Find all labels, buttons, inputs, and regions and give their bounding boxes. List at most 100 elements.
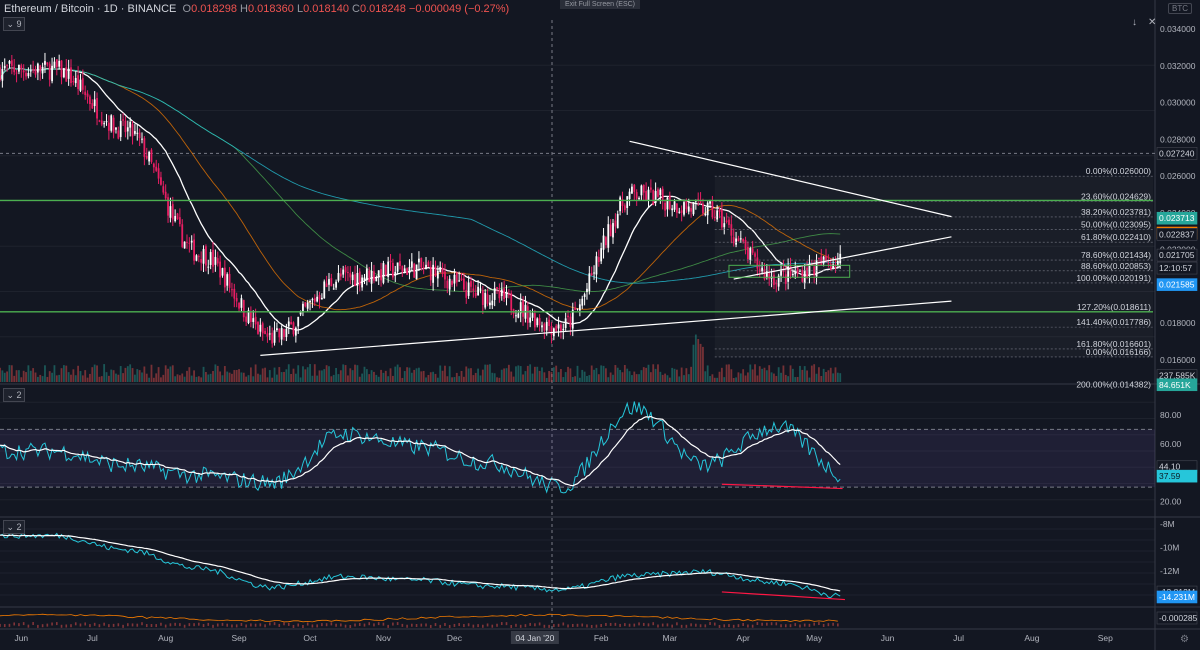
candle-body — [595, 256, 598, 275]
volume-bar — [709, 376, 711, 382]
volume-bar — [716, 377, 719, 382]
volume-bar — [221, 375, 224, 382]
volume-bar — [122, 373, 124, 382]
candle-body — [356, 272, 359, 286]
macd-histogram-bar — [74, 622, 77, 626]
candle-body — [223, 267, 226, 288]
settings-gear-icon[interactable]: ⚙ — [1180, 634, 1189, 645]
candle-body — [642, 184, 645, 193]
macd-histogram-bar — [0, 623, 1, 627]
candle-body — [758, 268, 761, 273]
candle-body — [330, 278, 333, 287]
macd-histogram-bar — [477, 624, 479, 628]
macd-line — [0, 613, 838, 623]
candle-body — [195, 255, 198, 261]
candle-body — [631, 186, 633, 194]
volume-bar — [349, 368, 352, 382]
candle-body — [739, 238, 742, 240]
macd-histogram-bar — [98, 624, 101, 628]
volume-bar — [171, 365, 174, 382]
volume-bar — [247, 375, 250, 382]
candle-body — [465, 289, 468, 298]
obv-scale-label: -12M — [1160, 566, 1179, 576]
volume-bar — [754, 364, 756, 382]
candle-body — [77, 75, 80, 90]
macd-histogram-bar — [761, 622, 763, 626]
candle-body — [160, 177, 162, 185]
candle-body — [157, 168, 160, 179]
candle-body — [697, 198, 700, 200]
candle-body — [141, 138, 143, 140]
fib-level-label: 38.20%(0.023781) — [1081, 207, 1151, 217]
candle-body — [1, 68, 4, 81]
macd-histogram-bar — [103, 622, 105, 626]
volume-bar — [1, 370, 4, 382]
macd-histogram-bar — [657, 624, 659, 628]
x-axis-label: Aug — [158, 633, 173, 643]
candle-body — [768, 273, 771, 280]
price-tag-text: 0.027240 — [1159, 148, 1195, 158]
symbol-title[interactable]: Ethereum / Bitcoin · 1D · BINANCE — [4, 3, 176, 15]
macd-histogram-bar — [415, 623, 418, 627]
candle-body — [773, 274, 775, 285]
macd-histogram-bar — [695, 623, 697, 627]
chart-canvas[interactable]: 0.00%(0.026000)23.60%(0.024629)38.20%(0.… — [0, 0, 1200, 650]
candle-body — [399, 261, 401, 266]
volume-bar — [439, 365, 442, 382]
volume-bar — [479, 375, 482, 382]
candle-body — [382, 263, 385, 283]
indicators-count: 9 — [16, 19, 22, 29]
macd-histogram-bar — [467, 623, 470, 627]
candle-body — [323, 281, 326, 299]
candle-body — [436, 270, 439, 279]
candle-body — [249, 311, 252, 322]
candle-body — [0, 67, 1, 80]
price-tag-text: 0.023713 — [1159, 213, 1195, 223]
candle-body — [276, 328, 278, 330]
volume-bar — [311, 375, 314, 382]
volume-bar — [25, 372, 27, 382]
high-value: 0.018360 — [247, 3, 294, 15]
volume-bar — [635, 374, 638, 382]
macd-histogram-bar — [813, 622, 815, 626]
rsi-pane-toggle[interactable]: ⌄ 2 — [3, 388, 25, 402]
obv-pane-toggle[interactable]: ⌄ 2 — [3, 520, 25, 534]
candle-body — [389, 260, 392, 263]
candle-body — [354, 274, 356, 287]
volume-bar — [588, 375, 591, 382]
fib-level-label: 127.20%(0.018611) — [1077, 302, 1151, 312]
volume-bar — [562, 377, 565, 382]
candle-body — [214, 256, 217, 265]
volume-bar — [451, 377, 453, 382]
volume-bar — [623, 365, 626, 382]
x-axis-label: Jun — [14, 633, 28, 643]
candle-body — [737, 238, 740, 242]
candle-body — [65, 67, 68, 82]
volume-bar — [661, 374, 664, 382]
volume-bar — [384, 370, 387, 382]
volume-bar — [597, 374, 600, 382]
volume-bar — [169, 366, 172, 382]
price-tag-text: 0.022837 — [1159, 229, 1195, 239]
candle-body — [53, 61, 56, 68]
indicators-toggle[interactable]: ⌄ 9 — [3, 17, 25, 31]
exit-fullscreen-button[interactable]: Exit Full Screen (ESC) — [560, 0, 640, 9]
volume-bar — [560, 369, 562, 382]
macd-histogram-bar — [709, 622, 711, 626]
macd-histogram-bar — [254, 623, 257, 627]
volume-bar — [517, 365, 520, 382]
volume-bar — [742, 369, 745, 382]
close-icon[interactable]: ✕ — [1148, 17, 1156, 28]
volume-bar — [472, 375, 475, 382]
volume-bar — [186, 370, 188, 382]
price-tag: 12:10:57 — [1156, 261, 1198, 275]
macd-histogram-bar — [368, 622, 371, 626]
macd-histogram-bar — [614, 622, 617, 626]
ma-50-line — [0, 67, 841, 311]
candle-body — [541, 325, 543, 328]
download-icon[interactable]: ↓ — [1132, 17, 1137, 28]
volume-bar — [79, 371, 82, 382]
volume-bar — [77, 365, 80, 382]
change-value: −0.000049 (−0.27%) — [408, 3, 510, 15]
candle-body — [342, 269, 345, 275]
